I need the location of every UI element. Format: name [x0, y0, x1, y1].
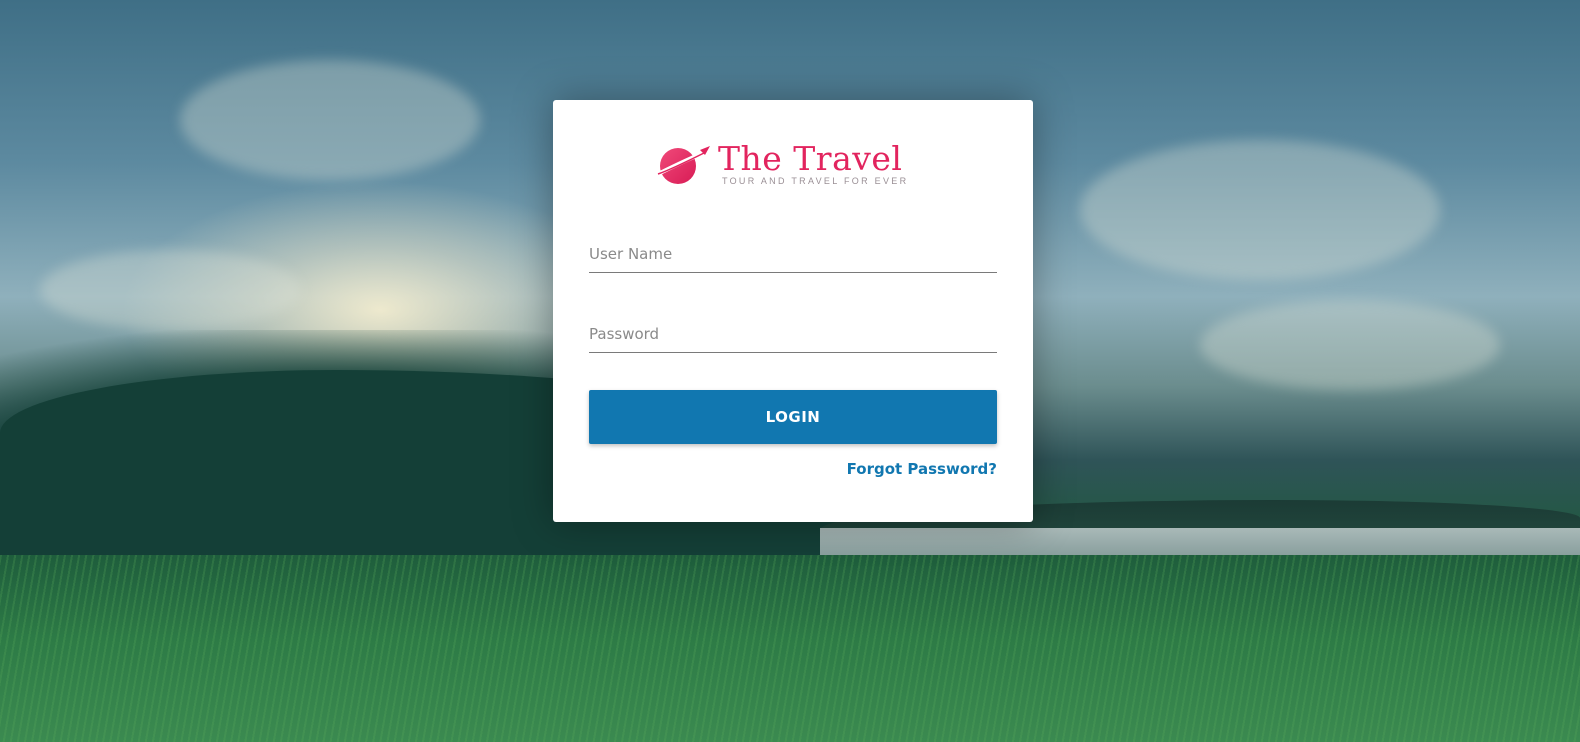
- password-input[interactable]: [589, 315, 997, 353]
- cloud: [1080, 140, 1440, 280]
- cloud: [180, 60, 480, 180]
- forgot-password-link[interactable]: Forgot Password?: [847, 460, 997, 478]
- cloud: [40, 250, 300, 330]
- brand-tagline: TOUR AND TRAVEL FOR EVER: [722, 176, 909, 186]
- brand-logo: The Travel TOUR AND TRAVEL FOR EVER: [656, 140, 906, 190]
- planet-plane-icon: [657, 146, 710, 184]
- password-field-wrapper: [589, 315, 997, 355]
- username-field-wrapper: [589, 235, 997, 275]
- login-page: The Travel TOUR AND TRAVEL FOR EVER LOGI…: [0, 0, 1580, 742]
- login-card: The Travel TOUR AND TRAVEL FOR EVER LOGI…: [553, 100, 1033, 522]
- brand-name: The Travel: [718, 139, 903, 178]
- username-input[interactable]: [589, 235, 997, 273]
- login-button[interactable]: LOGIN: [589, 390, 997, 444]
- grass-field: [0, 555, 1580, 742]
- cloud: [1200, 300, 1500, 390]
